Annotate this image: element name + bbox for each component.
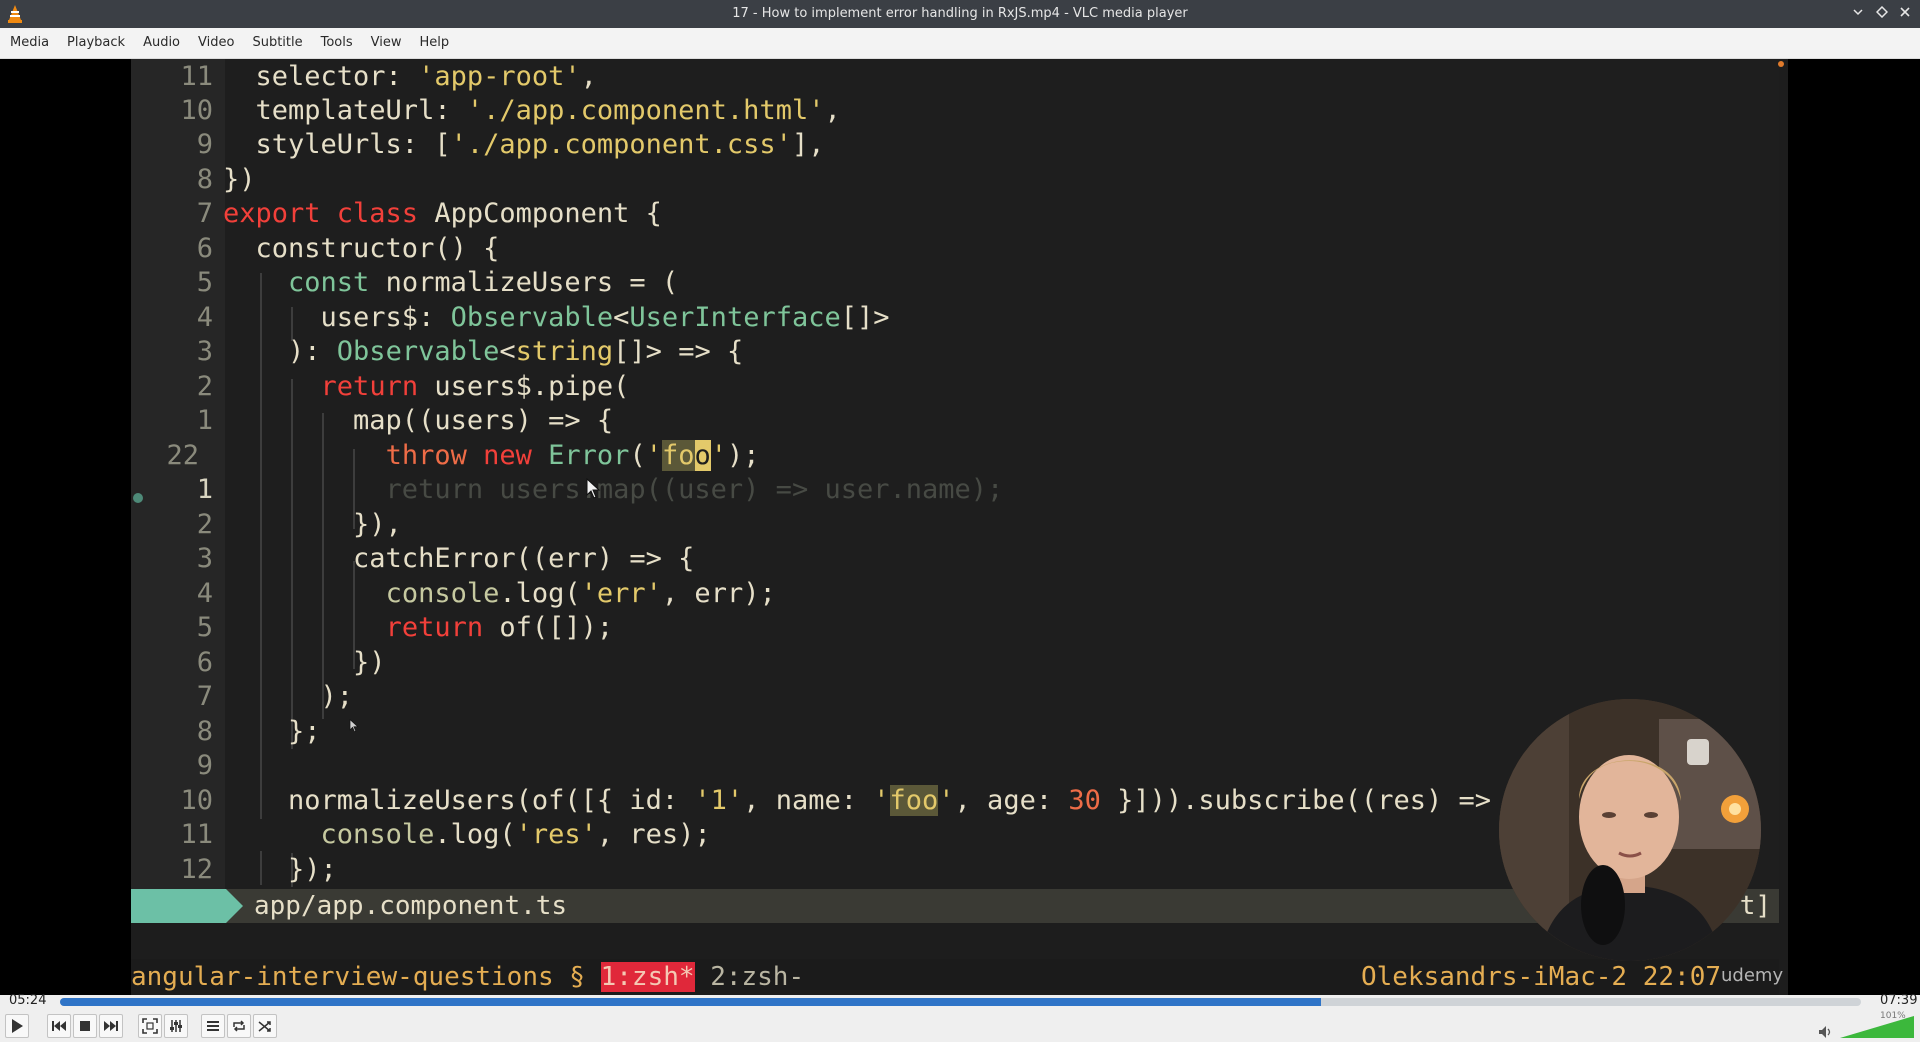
webcam-overlay: [1499, 699, 1761, 961]
tmux-windows: angular-interview-questions § 1:zsh* 2:z…: [131, 959, 804, 995]
tmux-window-active: 1:zsh*: [600, 962, 695, 992]
fullscreen-icon: [142, 1018, 158, 1034]
close-icon[interactable]: [1895, 4, 1915, 24]
speaker-icon[interactable]: [1818, 1025, 1834, 1039]
loop-button[interactable]: [227, 1014, 251, 1038]
shuffle-button[interactable]: [253, 1014, 277, 1038]
next-button[interactable]: [99, 1014, 123, 1038]
recording-dot: [1778, 61, 1784, 67]
equalizer-icon: [170, 1020, 182, 1032]
menu-audio[interactable]: Audio: [134, 28, 189, 58]
file-name: app/app.component.ts: [254, 891, 568, 921]
menu-tools[interactable]: Tools: [312, 28, 362, 58]
playback-controls: [0, 1007, 1920, 1042]
volume-label: 101%: [1880, 1011, 1906, 1021]
seek-slider[interactable]: [60, 998, 1861, 1006]
menu-help[interactable]: Help: [411, 28, 459, 58]
shuffle-icon: [258, 1021, 271, 1032]
seek-progress: [60, 998, 1321, 1006]
mouse-pointer-icon: [349, 719, 359, 733]
title-bar: 17 - How to implement error handling in …: [0, 0, 1920, 28]
fullscreen-button[interactable]: [138, 1014, 162, 1038]
video-frame: 11 selector: 'app-root', 10 templateUrl:…: [131, 59, 1788, 995]
menu-video[interactable]: Video: [189, 28, 243, 58]
tmux-host-time: Oleksandrs-iMac-2 22:07: [1360, 962, 1721, 992]
tmux-statusbar: angular-interview-questions § 1:zsh* 2:z…: [131, 959, 1779, 995]
extended-settings-button[interactable]: [164, 1014, 188, 1038]
previous-button[interactable]: [47, 1014, 71, 1038]
playlist-icon: [207, 1021, 219, 1031]
previous-icon: [52, 1021, 66, 1031]
mode-indicator: [131, 889, 226, 923]
next-icon: [104, 1021, 118, 1031]
maximize-icon[interactable]: [1872, 4, 1892, 24]
minimize-icon[interactable]: [1848, 4, 1868, 24]
play-icon: [12, 1019, 23, 1033]
udemy-watermark: udemy: [1721, 965, 1784, 986]
video-surface[interactable]: 11 selector: 'app-root', 10 templateUrl:…: [0, 59, 1920, 995]
loop-icon: [233, 1020, 245, 1032]
menu-playback[interactable]: Playback: [58, 28, 134, 58]
menu-subtitle[interactable]: Subtitle: [243, 28, 311, 58]
menu-media[interactable]: Media: [1, 28, 58, 58]
tmux-session-name: angular-interview-questions §: [131, 962, 585, 992]
presenter-image: [1499, 699, 1761, 961]
stop-icon: [80, 1021, 90, 1031]
stop-button[interactable]: [73, 1014, 97, 1038]
status-right: t]: [1739, 891, 1771, 921]
window-title: 17 - How to implement error handling in …: [732, 6, 1188, 21]
menu-bar: Media Playback Audio Video Subtitle Tools View…: [0, 28, 1920, 59]
playlist-button[interactable]: [201, 1014, 225, 1038]
mode-arrow: [226, 889, 243, 923]
tmux-window-inactive: 2:zsh-: [710, 962, 805, 992]
mouse-pointer-icon: [586, 478, 601, 499]
play-button[interactable]: [5, 1014, 29, 1038]
menu-view[interactable]: View: [362, 28, 411, 58]
